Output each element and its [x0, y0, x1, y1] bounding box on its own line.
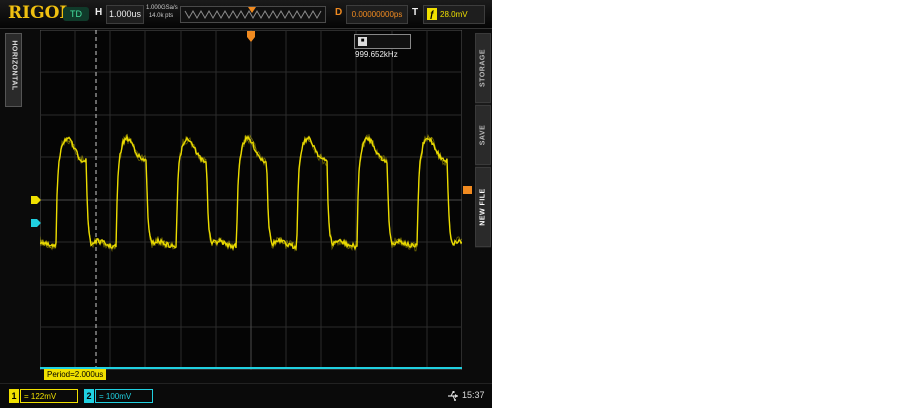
trigger-level-marker[interactable]	[463, 186, 472, 194]
ch1-badge[interactable]: 1	[9, 389, 19, 403]
ch1-scale[interactable]: = 122mV	[20, 389, 78, 403]
ch2-scale[interactable]: = 100mV	[95, 389, 153, 403]
frequency-value: 999.652kHz	[355, 50, 398, 59]
oscilloscope-screen: RIGOL TD H 1.000us 1.000GSa/s 14.0k pts …	[0, 0, 492, 408]
usb-icon	[448, 391, 458, 401]
counter-icon: ■	[358, 37, 367, 47]
period-measurement: Period=2.000us	[44, 369, 107, 380]
marker-layer	[31, 31, 472, 227]
clock: 15:37	[462, 390, 485, 400]
ch2-offset-marker[interactable]	[31, 219, 41, 227]
frequency-readout[interactable]: ■ 999.652kHz	[354, 34, 411, 59]
ch2-badge[interactable]: 2	[84, 389, 94, 403]
trigger-position-marker[interactable]	[247, 31, 255, 42]
ch1-offset-marker[interactable]	[31, 196, 41, 204]
channel-status-bar: 1 = 122mV 2 = 100mV 15:37	[0, 383, 492, 408]
